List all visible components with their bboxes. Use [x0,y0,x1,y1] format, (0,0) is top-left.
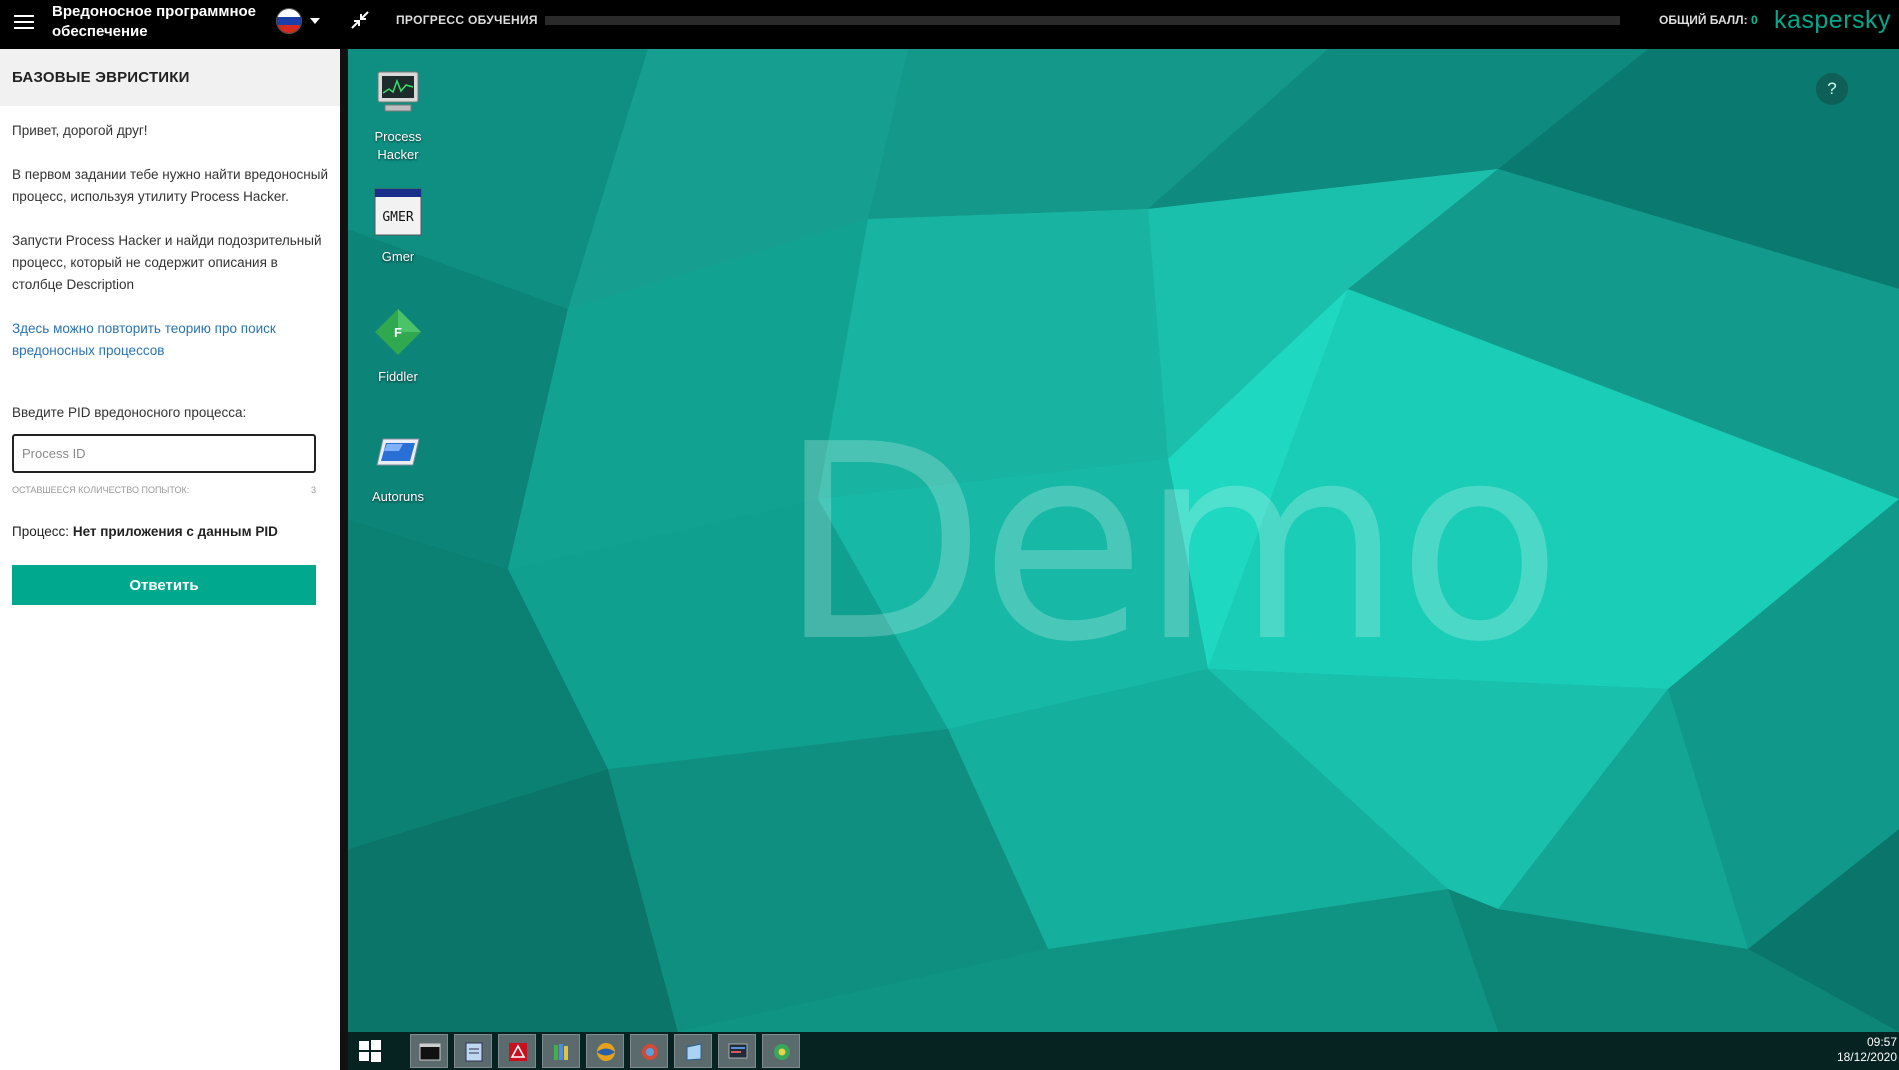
task-panel: БАЗОВЫЕ ЭВРИСТИКИ Привет, дорогой друг! … [0,49,340,1070]
process-hacker-icon [377,71,419,112]
pdf-icon [509,1043,527,1061]
svg-text:GMER: GMER [382,210,413,225]
process-id-input[interactable] [12,434,316,473]
taskbar: 09:57 18/12/2020 [348,1032,1899,1070]
panel-title: БАЗОВЫЕ ЭВРИСТИКИ [0,49,340,106]
icon-label: Autoruns [371,489,425,504]
taskbar-app-5[interactable] [586,1034,624,1068]
monitor-icon [728,1043,748,1059]
terminal-icon [419,1043,441,1061]
books-icon [554,1044,568,1060]
collapse-icon[interactable] [350,10,370,30]
score-label: ОБЩИЙ БАЛЛ: [1659,13,1748,27]
answer-button[interactable]: Ответить [12,565,316,605]
svg-text:F: F [394,325,402,340]
progress-label: ПРОГРЕСС ОБУЧЕНИЯ [396,13,538,27]
process-label: Процесс: [12,524,70,539]
notepad-icon [465,1042,483,1062]
kaspersky-logo: kaspersky [1774,6,1892,34]
theory-link[interactable]: Здесь можно повторить теорию про поиск в… [12,321,276,358]
window-icon [686,1043,702,1061]
clock-time: 09:57 [1866,1035,1897,1049]
pid-label: Введите PID вредоносного процесса: [12,405,247,420]
icon-label: Process Hacker [374,129,422,162]
fiddler-icon: F [375,309,421,355]
icon-label: Fiddler [378,369,418,384]
help-button[interactable]: ? [1816,73,1848,105]
desktop-icon-fiddler[interactable]: F Fiddler [354,307,442,386]
taskbar-pdf-reader[interactable] [498,1034,536,1068]
windows-start-icon[interactable] [358,1039,382,1063]
virtual-desktop[interactable]: Demo ? Process Hacker GMER Gmer F Fiddle… [348,49,1899,1032]
desktop-icon-gmer[interactable]: GMER Gmer [354,187,442,266]
taskbar-library[interactable] [542,1034,580,1068]
greeting-text: Привет, дорогой друг! [12,123,148,138]
task-text: В первом задании тебе нужно найти вредон… [12,167,329,204]
course-title: Вредоносное программное обеспечение [52,3,257,40]
desktop-icon-process-hacker[interactable]: Process Hacker [354,67,442,164]
globe-icon [597,1043,615,1061]
taskbar-app-9[interactable] [762,1034,800,1068]
gear-icon [774,1044,790,1060]
panel-divider[interactable] [340,49,348,1070]
network-icon [642,1044,658,1060]
desktop-icon-autoruns[interactable]: Autoruns [354,427,442,506]
taskbar-app-7[interactable] [674,1034,712,1068]
clock-date: 18/12/2020 [1836,1050,1897,1064]
taskbar-cmd[interactable] [410,1034,448,1068]
process-result: Нет приложения с данным PID [72,524,278,539]
taskbar-app-8[interactable] [718,1034,756,1068]
attempts-value: 3 [310,485,316,495]
icon-label: Gmer [381,249,415,264]
attempts-label: ОСТАВШЕЕСЯ КОЛИЧЕСТВО ПОПЫТОК: [12,485,190,495]
instruction-text: Запусти Process Hacker и найди подозрите… [12,233,322,292]
gmer-icon: GMER [374,188,422,236]
score-value: 0 [1751,13,1758,27]
demo-watermark: Demo [778,386,1562,701]
menu-icon[interactable] [14,13,34,29]
russian-flag-icon[interactable] [276,8,302,34]
autoruns-icon [376,438,420,466]
progress-bar [545,16,1620,25]
taskbar-notepad[interactable] [454,1034,492,1068]
taskbar-app-6[interactable] [630,1034,668,1068]
chevron-down-icon[interactable] [310,18,320,24]
top-bar: Вредоносное программное обеспечение ПРОГ… [0,0,1899,49]
system-clock[interactable]: 09:57 18/12/2020 [1837,1035,1897,1065]
